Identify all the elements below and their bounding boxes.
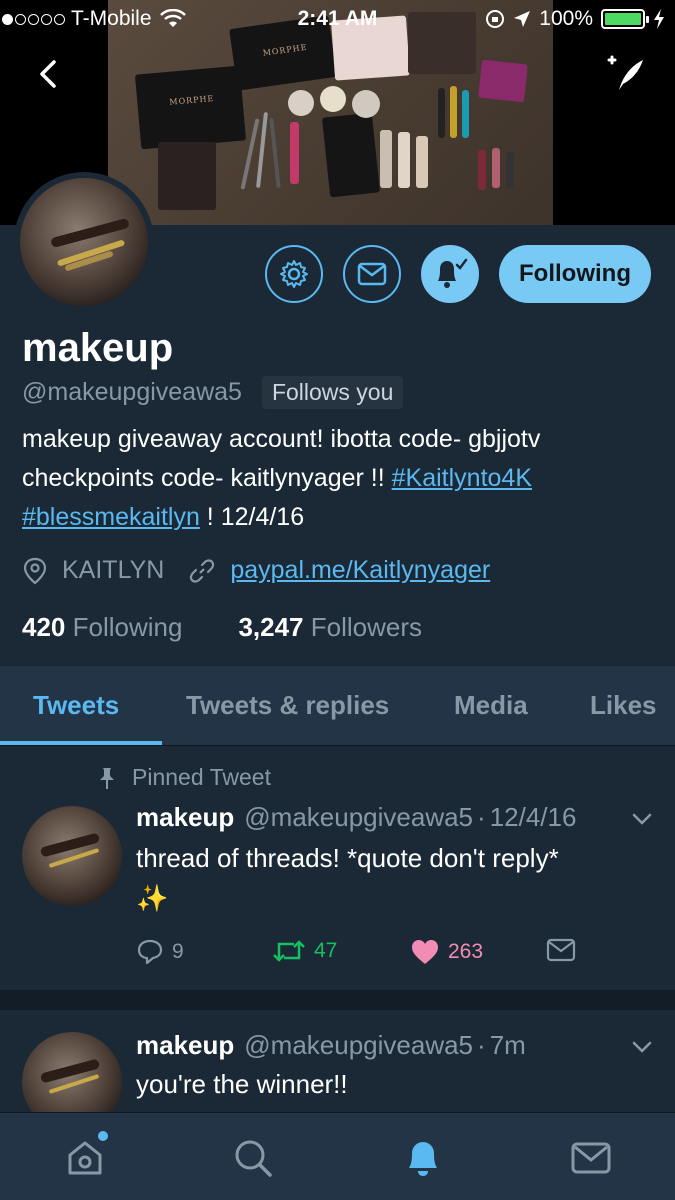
bio-tail: ! 12/4/16: [199, 503, 305, 531]
location-pin-icon: [23, 557, 47, 584]
profile-location: KAITLYN: [62, 556, 165, 584]
retweet-button[interactable]: 47: [272, 938, 337, 964]
palette-image: [321, 112, 381, 198]
bell-check-icon: [438, 258, 468, 288]
palette-image: [478, 59, 528, 103]
charging-bolt-icon: [654, 9, 664, 29]
profile-tabs: Tweets Tweets & replies Media Likes: [0, 666, 675, 746]
tweet-author-name[interactable]: makeup: [136, 802, 234, 833]
tweet-header: makeup @makeupgiveawa5 · 7m: [136, 1030, 526, 1061]
battery-percent: 100%: [539, 7, 593, 30]
product-tube: [398, 132, 410, 188]
product-tube: [438, 88, 445, 138]
tweet-author-handle: @makeupgiveawa5: [244, 802, 474, 832]
followers-count[interactable]: 3,247 Followers: [238, 612, 422, 643]
pinned-tweet-label: Pinned Tweet: [96, 764, 271, 791]
tweet-text: thread of threads! *quote don't reply* ✨: [136, 843, 559, 913]
location-arrow-icon: [514, 11, 531, 27]
rotation-lock-icon: [486, 10, 505, 28]
settings-button[interactable]: [265, 245, 324, 303]
follow-counts: 420 Following 3,247 Followers: [22, 612, 422, 643]
follows-you-badge: Follows you: [261, 376, 404, 409]
tweet-author-name[interactable]: makeup: [136, 1030, 234, 1061]
profile-avatar[interactable]: [14, 172, 154, 312]
nav-home[interactable]: [60, 1131, 110, 1183]
product-tube: [462, 90, 469, 138]
following-count[interactable]: 420 Following: [22, 612, 182, 643]
notifications-icon: [409, 1142, 437, 1176]
profile-actions: Following: [265, 245, 651, 303]
tweet-timestamp: 7m: [489, 1030, 526, 1060]
compact-image: [320, 86, 346, 112]
home-icon: [68, 1141, 102, 1175]
hashtag-link[interactable]: #blessmekaitlyn: [22, 503, 200, 531]
profile-name: makeup: [22, 326, 174, 370]
back-arrow-icon[interactable]: [28, 52, 72, 96]
product-tube: [380, 130, 392, 188]
separator-dot: ·: [477, 1030, 486, 1060]
product-tube: [506, 152, 514, 188]
tab-tweets[interactable]: Tweets: [33, 690, 119, 721]
heart-icon: [412, 940, 438, 964]
direct-message-button[interactable]: [546, 938, 576, 962]
nav-messages[interactable]: [566, 1133, 616, 1183]
product-tube: [416, 136, 428, 188]
active-tab-indicator: [0, 741, 162, 745]
search-icon: [235, 1140, 272, 1177]
compose-tweet-icon[interactable]: [603, 52, 647, 96]
profile-meta: KAITLYN paypal.me/Kaitlynyager: [22, 556, 490, 585]
palette-brand-text: MORPHE: [262, 42, 309, 58]
retweet-icon: [273, 940, 305, 962]
like-button[interactable]: 263: [410, 938, 483, 966]
reply-icon: [137, 939, 163, 965]
sparkles-emoji: ✨: [136, 883, 169, 913]
direct-message-icon: [546, 938, 576, 962]
notifications-toggle-button[interactable]: [421, 245, 480, 303]
tweet-author-handle: @makeupgiveawa5: [244, 1030, 474, 1060]
messages-icon: [571, 1142, 611, 1174]
palette-image: [158, 142, 216, 210]
unread-indicator: [98, 1131, 108, 1141]
tab-likes[interactable]: Likes: [590, 690, 657, 721]
chevron-down-icon[interactable]: [631, 808, 653, 830]
tweet-separator: [0, 990, 675, 1010]
brush-image: [290, 122, 299, 184]
compact-image: [288, 90, 314, 116]
profile-handle: @makeupgiveawa5: [22, 378, 242, 406]
mail-icon: [357, 262, 387, 286]
bottom-tab-bar: [0, 1112, 675, 1200]
following-button[interactable]: Following: [499, 245, 651, 303]
nav-search[interactable]: [228, 1133, 278, 1183]
tab-tweets-and-replies[interactable]: Tweets & replies: [186, 690, 389, 721]
tweet-text: you're the winner!!: [136, 1069, 348, 1099]
status-bar: T-Mobile 2:41 AM 100%: [0, 0, 675, 38]
reply-button[interactable]: 9: [136, 938, 184, 966]
tweet-avatar[interactable]: [22, 806, 122, 906]
message-button[interactable]: [343, 245, 402, 303]
profile-bio: makeup giveaway account! ibotta code- gb…: [22, 420, 662, 537]
nav-notifications[interactable]: [398, 1133, 448, 1183]
gear-icon: [280, 260, 309, 288]
battery-icon: [601, 9, 649, 29]
palette-brand-text: MORPHE: [169, 93, 215, 107]
chevron-down-icon[interactable]: [631, 1036, 653, 1058]
hashtag-link[interactable]: #Kaitlynto4K: [392, 464, 532, 492]
brush-image: [269, 117, 281, 189]
compact-image: [352, 90, 380, 118]
bio-line-1: makeup giveaway account! ibotta code- gb…: [22, 425, 541, 453]
tweet-timestamp: 12/4/16: [489, 802, 577, 832]
tweet-header: makeup @makeupgiveawa5 · 12/4/16: [136, 802, 576, 833]
bio-line-2: checkpoints code- kaitlynyager !!: [22, 464, 392, 492]
separator-dot: ·: [477, 802, 486, 832]
pin-icon: [100, 767, 114, 789]
profile-website-link[interactable]: paypal.me/Kaitlynyager: [230, 556, 490, 585]
product-tube: [492, 148, 500, 188]
link-icon: [190, 558, 215, 583]
product-tube: [478, 150, 486, 190]
tab-media[interactable]: Media: [454, 690, 528, 721]
palette-image: MORPHE: [134, 65, 247, 150]
product-tube: [450, 86, 457, 138]
